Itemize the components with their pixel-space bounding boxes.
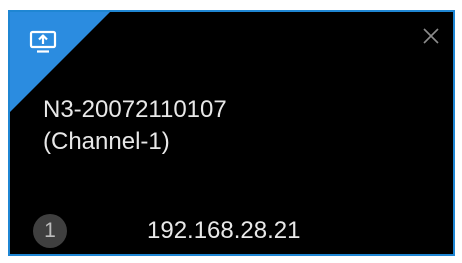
screen-share-icon (29, 30, 57, 53)
channel-name: (Channel-1) (43, 128, 170, 155)
device-name: N3-20072110107 (43, 96, 227, 123)
ip-address: 192.168.28.21 (147, 217, 301, 244)
index-badge: 1 (33, 214, 67, 248)
device-card[interactable]: N3-20072110107 (Channel-1) 1 192.168.28.… (8, 10, 455, 256)
close-icon[interactable] (421, 26, 441, 46)
